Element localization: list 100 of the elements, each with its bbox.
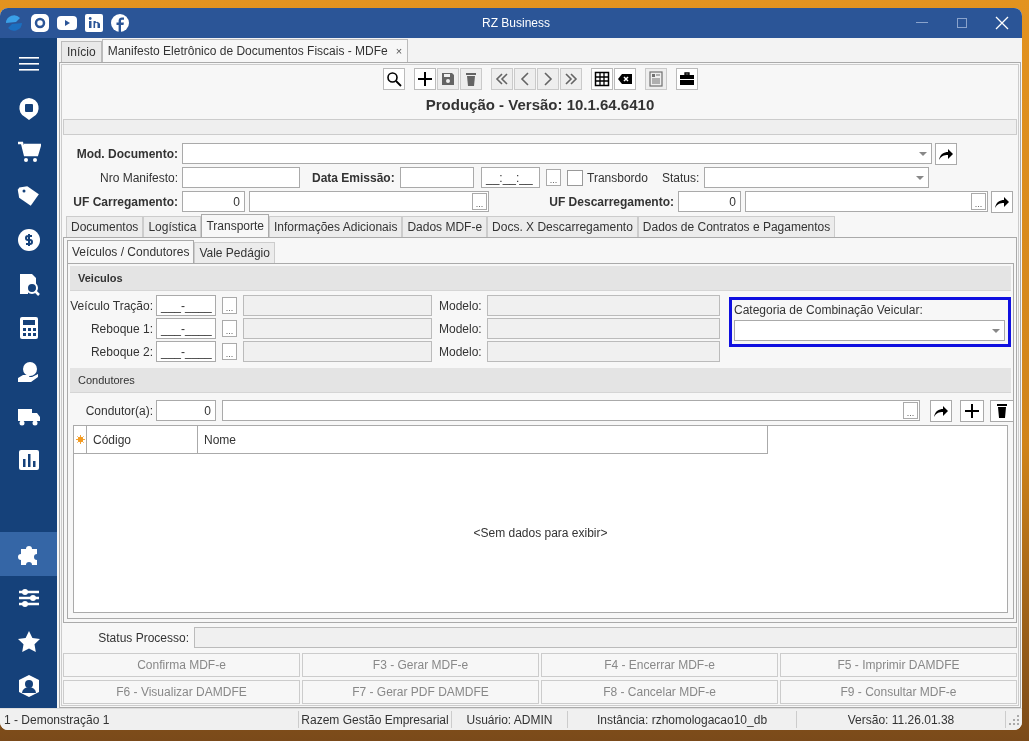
sidebar-item[interactable]: [0, 532, 57, 576]
version-heading: Produção - Versão: 10.1.64.6410: [424, 96, 656, 113]
date-field[interactable]: [400, 167, 474, 188]
dropdown-caret-icon[interactable]: [916, 175, 924, 180]
lookup-field[interactable]: ...: [222, 400, 920, 421]
tab[interactable]: Transporte: [201, 214, 269, 237]
forward-arrow-button[interactable]: [930, 399, 952, 422]
field-label: Data Emissão:: [312, 170, 396, 185]
field-label: Nro Manifesto:: [98, 170, 178, 185]
tab[interactable]: Dados de Contratos e Pagamentos: [637, 216, 836, 237]
plate-field[interactable]: ___-____: [156, 318, 216, 339]
plate-field[interactable]: ___-____: [156, 295, 216, 316]
dropdown-caret-icon[interactable]: [992, 328, 1000, 333]
dropdown-caret-icon[interactable]: [919, 151, 927, 156]
form-icon: [647, 71, 664, 87]
tab-close-button[interactable]: ×: [395, 45, 403, 57]
chat-bubble-icon: [16, 96, 41, 120]
forward-arrow-button[interactable]: [991, 190, 1013, 213]
empty-message: <Sem dados para exibir>: [473, 526, 608, 540]
delete-button[interactable]: [990, 399, 1014, 422]
tab[interactable]: Dados MDF-e: [402, 216, 488, 237]
cart-icon: [16, 140, 41, 164]
dollar-icon: [16, 228, 41, 252]
price-tag-icon: [16, 184, 41, 208]
field-label: Modelo:: [439, 298, 483, 313]
double-chevron-right-icon: [562, 71, 579, 87]
field-label: Reboque 2:: [89, 344, 153, 359]
field-label: Status:: [662, 170, 701, 185]
new-row-icon: [75, 435, 85, 444]
tab[interactable]: Vale Pedágio: [194, 242, 275, 263]
star-icon: [16, 630, 41, 654]
double-chevron-left-icon: [493, 71, 510, 87]
add-button[interactable]: [960, 399, 984, 422]
grid-icon: [593, 71, 610, 87]
ellipsis-button[interactable]: ...: [903, 402, 918, 419]
field-label: Veículo Tração:: [70, 298, 153, 313]
briefcase-button[interactable]: [675, 68, 698, 90]
time-field[interactable]: __:__:__: [481, 167, 540, 188]
tab[interactable]: Documentos: [66, 216, 144, 237]
plus-icon: [416, 71, 433, 87]
field-label: Mod. Documento:: [75, 146, 178, 161]
tab[interactable]: Docs. X Descarregamento: [487, 216, 638, 237]
trash-icon: [995, 402, 1009, 419]
bar-chart-icon: [16, 448, 41, 472]
ellipsis-button[interactable]: ...: [971, 193, 986, 210]
add-button[interactable]: [413, 68, 436, 90]
column-header[interactable]: Nome: [198, 426, 768, 454]
section-header: Condutores: [70, 368, 1011, 393]
close-icon: [995, 16, 1009, 30]
status-text: Usuário: ADMIN: [452, 711, 568, 728]
field-label: Modelo:: [439, 321, 483, 336]
field-label: UF Carregamento:: [72, 194, 178, 209]
field-label: Condutor(a):: [84, 403, 153, 418]
checkbox[interactable]: [567, 169, 583, 186]
lookup-field[interactable]: ...: [745, 191, 988, 212]
clear-button[interactable]: [613, 68, 636, 90]
briefcase-icon: [678, 71, 695, 87]
facebook-icon[interactable]: [110, 13, 130, 33]
ellipsis-button[interactable]: ...: [222, 343, 237, 360]
status-text: Instância: rzhomologacao10_db: [568, 711, 797, 728]
search-icon: [385, 71, 402, 87]
plate-field[interactable]: ___-____: [156, 341, 216, 362]
document-tab[interactable]: Manifesto Eletrônico de Documentos Fiscais - MDFe ×: [101, 39, 409, 62]
lookup-field[interactable]: ...: [249, 191, 489, 212]
grid-view-button[interactable]: [590, 68, 613, 90]
ellipsis-button[interactable]: ...: [222, 320, 237, 337]
forward-arrow-button[interactable]: [935, 142, 957, 165]
logo-icon: [4, 13, 24, 33]
input-field[interactable]: 0: [182, 191, 245, 212]
tab[interactable]: Informações Adicionais: [269, 216, 403, 237]
plus-icon: [964, 402, 980, 419]
backspace-icon: [616, 71, 633, 87]
window-title: RZ Business: [481, 16, 551, 30]
sliders-icon: [16, 586, 41, 610]
resize-grip-icon[interactable]: [1009, 714, 1019, 725]
field-label: Status Processo:: [97, 630, 189, 645]
status-text: 1 - Demonstração 1: [0, 711, 299, 728]
field-label: UF Descarregamento:: [548, 194, 674, 209]
input-field[interactable]: 0: [678, 191, 741, 212]
input-field[interactable]: 0: [156, 400, 216, 421]
minimize-icon: [916, 22, 928, 24]
tab[interactable]: Veículos / Condutores: [67, 240, 195, 263]
instagram-icon[interactable]: [30, 13, 50, 33]
linkedin-icon[interactable]: [84, 13, 104, 33]
ellipsis-button[interactable]: ...: [546, 169, 561, 186]
user-icon: [16, 674, 41, 698]
section-header: Veiculos: [70, 266, 1011, 291]
ellipsis-button[interactable]: ...: [222, 297, 237, 314]
video-play-icon[interactable]: [56, 13, 78, 33]
ellipsis-button[interactable]: ...: [472, 193, 487, 210]
status-text: Versão: 11.26.01.38: [797, 711, 1006, 728]
tab[interactable]: Logística: [143, 216, 202, 237]
field-label: Modelo:: [439, 344, 483, 359]
status-text: Razem Gestão Empresarial: [299, 711, 452, 728]
column-header[interactable]: Código: [87, 426, 198, 454]
field-label: Reboque 1:: [89, 321, 153, 336]
field-label: Categoria de Combinação Veicular:: [734, 303, 924, 317]
input-field[interactable]: [182, 167, 300, 188]
document-tab[interactable]: Início: [61, 41, 102, 62]
search-button[interactable]: [382, 68, 405, 90]
